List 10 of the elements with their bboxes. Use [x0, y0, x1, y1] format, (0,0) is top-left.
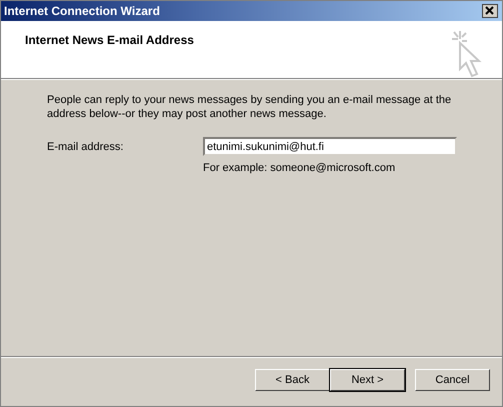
email-label: E-mail address:	[47, 140, 124, 152]
close-icon[interactable]	[482, 4, 498, 18]
window-title: Internet Connection Wizard	[4, 4, 160, 18]
wizard-button[interactable]: Cancel	[415, 368, 490, 390]
wizard-button[interactable]: < Back	[255, 368, 330, 390]
email-input[interactable]: etunimi.sukunimi@hut.fi	[203, 137, 457, 156]
description-text: People can reply to your news messages by sending you an e-mail message at the address below--or they may post another news message.	[47, 93, 452, 121]
wizard-button[interactable]: Next >	[330, 368, 405, 390]
page-heading: Internet News E-mail Address	[25, 33, 194, 47]
example-text: For example: someone@microsoft.com	[203, 162, 396, 174]
